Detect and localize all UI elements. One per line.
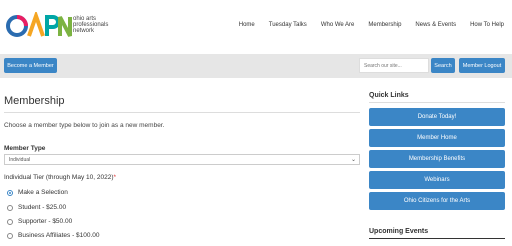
become-member-button[interactable]: Become a Member <box>4 58 57 73</box>
page-title: Membership <box>4 95 65 107</box>
upcoming-events-divider <box>369 238 505 239</box>
option-label: Business Affiliates - $100.00 <box>18 232 100 239</box>
main-nav: Home Tuesday Talks Who We Are Membership… <box>239 22 504 28</box>
option-label: Make a Selection <box>18 189 68 196</box>
title-divider <box>4 112 360 113</box>
tier-option-business-affiliates[interactable]: Business Affiliates - $100.00 <box>7 232 100 239</box>
member-type-label: Member Type <box>4 145 46 152</box>
upcoming-events-title: Upcoming Events <box>369 228 429 235</box>
tier-option-supporter[interactable]: Supporter - $50.00 <box>7 218 72 225</box>
search-button[interactable]: Search <box>431 58 455 73</box>
required-asterisk: * <box>113 174 117 181</box>
tier-label: Individual Tier (through May 10, 2022)* <box>4 174 116 181</box>
tier-label-text: Individual Tier (through May 10, 2022) <box>4 174 114 181</box>
membership-benefits-link[interactable]: Membership Benefits <box>369 150 505 168</box>
chevron-down-icon: ⌄ <box>350 157 356 163</box>
site-header: ohio arts professionals network Home Tue… <box>0 0 512 54</box>
member-logout-button[interactable]: Member Logout <box>459 58 505 73</box>
radio-button[interactable] <box>7 189 13 196</box>
nav-membership[interactable]: Membership <box>368 22 401 28</box>
ohio-citizens-arts-link[interactable]: Ohio Citizens for the Arts <box>369 192 505 210</box>
member-type-select[interactable]: Individual ⌄ <box>4 154 360 165</box>
quick-links-divider <box>369 102 505 103</box>
radio-button[interactable] <box>7 204 13 211</box>
member-type-value: Individual <box>9 157 31 163</box>
tier-option-make-selection[interactable]: Make a Selection <box>7 189 68 196</box>
option-label: Supporter - $50.00 <box>18 218 73 225</box>
option-label: Student - $25.00 <box>18 204 67 211</box>
webinars-link[interactable]: Webinars <box>369 171 505 189</box>
nav-how-to-help[interactable]: How To Help <box>470 22 504 28</box>
nav-home[interactable]: Home <box>239 22 255 28</box>
member-home-link[interactable]: Member Home <box>369 129 505 147</box>
intro-text: Choose a member type below to join as a … <box>4 122 165 129</box>
radio-button[interactable] <box>7 232 13 239</box>
nav-who-we-are[interactable]: Who We Are <box>321 22 355 28</box>
donate-today-link[interactable]: Donate Today! <box>369 108 505 126</box>
nav-tuesday-talks[interactable]: Tuesday Talks <box>269 22 307 28</box>
nav-news-events[interactable]: News & Events <box>415 22 456 28</box>
logo-tagline: ohio arts professionals network <box>73 16 123 34</box>
tagline-line: network <box>73 28 95 34</box>
tier-option-student[interactable]: Student - $25.00 <box>7 204 66 211</box>
quick-links-title: Quick Links <box>369 92 409 99</box>
search-input[interactable] <box>359 58 429 73</box>
radio-button[interactable] <box>7 218 13 225</box>
